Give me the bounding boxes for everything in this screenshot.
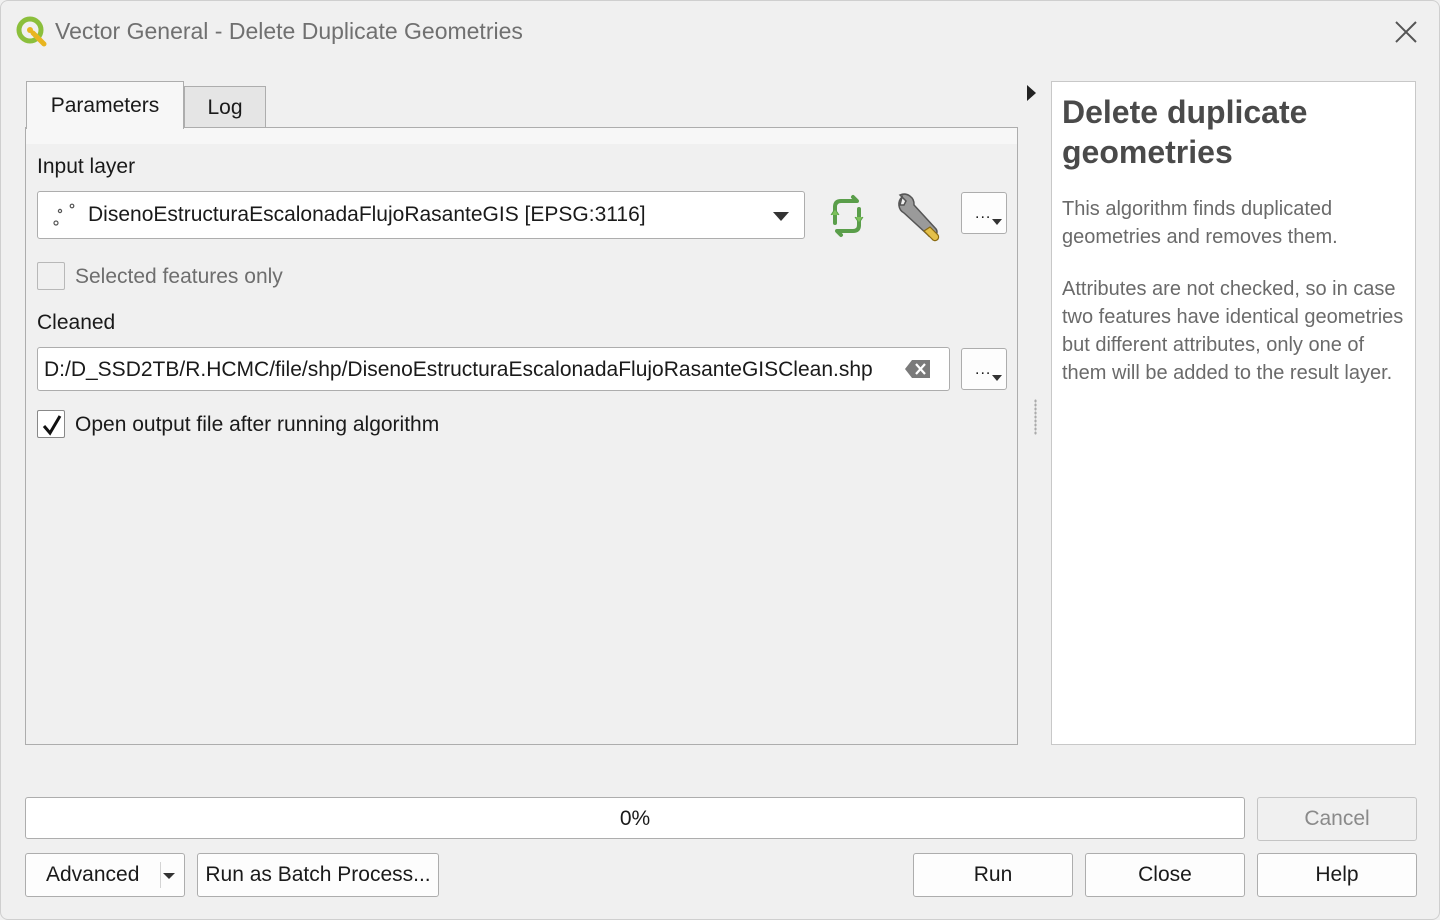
help-panel: Delete duplicate geometries This algorit… xyxy=(1051,81,1416,745)
parameters-panel: Input layer DisenoEstructuraEscalonadaFl… xyxy=(25,127,1018,745)
input-layer-value: DisenoEstructuraEscalonadaFlujoRasanteGI… xyxy=(88,203,646,226)
run-batch-button[interactable]: Run as Batch Process... xyxy=(197,853,439,897)
title-bar: Vector General - Delete Duplicate Geomet… xyxy=(1,1,1439,61)
panel-top-strip xyxy=(26,128,1017,144)
qgis-logo-icon xyxy=(16,16,47,47)
close-button[interactable]: Close xyxy=(1085,853,1245,897)
help-title: Delete duplicate geometries xyxy=(1062,94,1308,170)
advanced-separator xyxy=(160,862,161,888)
iterate-icon[interactable] xyxy=(823,193,871,239)
cleaned-browse-button[interactable]: ... xyxy=(961,348,1007,390)
input-layer-label: Input layer xyxy=(37,155,136,178)
chevron-down-icon xyxy=(163,873,175,879)
run-button[interactable]: Run xyxy=(913,853,1073,897)
help-paragraph-2: Attributes are not checked, so in case t… xyxy=(1062,278,1404,384)
close-icon[interactable] xyxy=(1391,17,1421,47)
dialog-window: Vector General - Delete Duplicate Geomet… xyxy=(0,0,1440,920)
input-layer-combo[interactable]: DisenoEstructuraEscalonadaFlujoRasanteGI… xyxy=(37,191,805,239)
tab-log-label: Log xyxy=(207,95,243,119)
collapse-help-arrow-icon[interactable] xyxy=(1027,85,1036,101)
window-title: Vector General - Delete Duplicate Geomet… xyxy=(55,18,523,44)
clear-icon[interactable] xyxy=(904,359,932,379)
progress-text: 0% xyxy=(619,807,651,830)
browse-dots-label: ... xyxy=(975,205,992,222)
open-output-checkbox[interactable] xyxy=(37,410,65,438)
tab-parameters[interactable]: Parameters xyxy=(26,81,184,129)
advanced-button[interactable]: Advanced xyxy=(25,853,185,897)
help-paragraph-1: This algorithm finds duplicated geometri… xyxy=(1062,198,1338,248)
cleaned-label: Cleaned xyxy=(37,311,116,334)
selected-features-label: Selected features only xyxy=(75,265,283,288)
checkmark-icon xyxy=(42,415,62,436)
progress-bar: 0% xyxy=(25,797,1245,839)
cleaned-output-value: D:/D_SSD2TB/R.HCMC/file/shp/DisenoEstruc… xyxy=(44,358,873,381)
point-layer-icon xyxy=(53,203,75,226)
selected-features-checkbox[interactable] xyxy=(37,262,65,290)
tab-log[interactable]: Log xyxy=(184,86,266,128)
cleaned-output-field[interactable]: D:/D_SSD2TB/R.HCMC/file/shp/DisenoEstruc… xyxy=(37,347,950,391)
tab-parameters-label: Parameters xyxy=(50,93,160,117)
advanced-label: Advanced xyxy=(46,863,140,886)
open-output-label: Open output file after running algorithm xyxy=(75,413,440,436)
browse-dots-label: ... xyxy=(975,361,992,378)
wrench-icon[interactable] xyxy=(892,191,946,243)
input-layer-browse-button[interactable]: ... xyxy=(961,192,1007,234)
chevron-down-icon xyxy=(992,375,1002,381)
chevron-down-icon xyxy=(992,219,1002,225)
panel-splitter[interactable] xyxy=(1034,399,1037,435)
chevron-down-icon xyxy=(773,212,789,221)
help-button[interactable]: Help xyxy=(1257,853,1417,897)
cancel-button[interactable]: Cancel xyxy=(1257,797,1417,841)
